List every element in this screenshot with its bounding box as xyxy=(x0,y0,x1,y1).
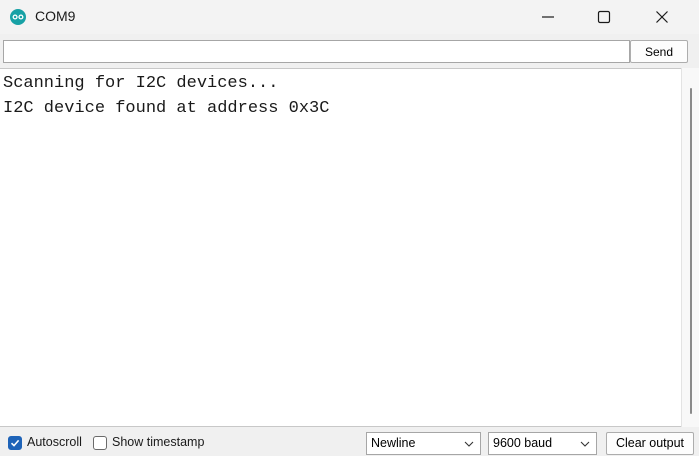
baud-rate-value: 9600 baud xyxy=(493,436,553,450)
output-line: Scanning for I2C devices... xyxy=(3,74,279,93)
send-button[interactable]: Send xyxy=(630,40,688,63)
minimize-icon xyxy=(542,16,554,18)
arduino-icon xyxy=(10,9,26,25)
autoscroll-label[interactable]: Autoscroll xyxy=(27,435,82,449)
footer-toolbar: Autoscroll Show timestamp Newline 9600 b… xyxy=(0,429,699,456)
line-ending-value: Newline xyxy=(371,436,416,450)
output-line: I2C device found at address 0x3C xyxy=(3,99,330,118)
chevron-down-icon xyxy=(464,441,474,447)
show-timestamp-checkbox[interactable] xyxy=(93,436,107,450)
maximize-icon xyxy=(597,10,611,24)
serial-output: Scanning for I2C devices... I2C device f… xyxy=(0,68,681,427)
autoscroll-checkbox[interactable] xyxy=(8,436,22,450)
checkmark-icon xyxy=(10,439,20,447)
chevron-down-icon xyxy=(580,441,590,447)
window-title: COM9 xyxy=(35,8,76,24)
close-icon xyxy=(656,11,668,23)
scrollbar-thumb[interactable] xyxy=(690,88,692,414)
minimize-button[interactable] xyxy=(525,0,571,34)
serial-send-input[interactable] xyxy=(3,40,630,63)
clear-output-button[interactable]: Clear output xyxy=(606,432,694,455)
title-bar: COM9 xyxy=(0,0,699,34)
line-ending-select[interactable]: Newline xyxy=(366,432,481,455)
baud-rate-select[interactable]: 9600 baud xyxy=(488,432,597,455)
show-timestamp-label[interactable]: Show timestamp xyxy=(112,435,204,449)
maximize-button[interactable] xyxy=(581,0,627,34)
vertical-scrollbar[interactable] xyxy=(681,68,699,427)
close-button[interactable] xyxy=(639,0,685,34)
